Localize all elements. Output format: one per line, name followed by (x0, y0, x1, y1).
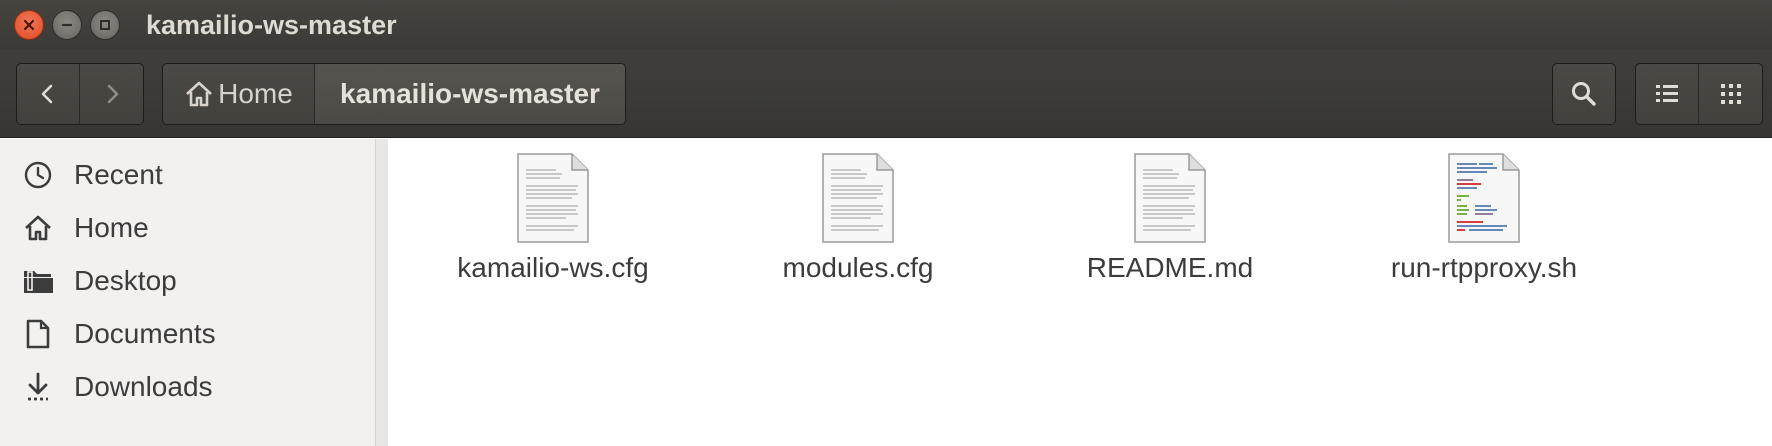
breadcrumb-home[interactable]: Home (163, 64, 315, 124)
sidebar-item-label: Recent (74, 159, 163, 190)
file-name: kamailio-ws.cfg (457, 252, 649, 283)
home-icon (186, 81, 213, 107)
file-item[interactable]: kamailio-ws.cfg (423, 152, 683, 292)
minimize-icon (61, 23, 73, 27)
search-icon (1572, 82, 1596, 106)
window-close-button[interactable] (14, 10, 44, 40)
forward-button[interactable] (80, 64, 143, 124)
file-item[interactable]: README.md (1040, 152, 1300, 292)
window-title: kamailio-ws-master (146, 10, 397, 40)
grid-view-button[interactable] (1699, 64, 1762, 124)
sidebar-item-label: Downloads (74, 371, 213, 402)
search-button-group (1552, 63, 1616, 125)
list-view-button[interactable] (1636, 64, 1700, 124)
sidebar-item-label: Desktop (74, 265, 177, 296)
file-item[interactable]: run-rtpproxy.sh (1354, 152, 1614, 292)
text-file-icon (517, 153, 589, 243)
breadcrumb-current[interactable]: kamailio-ws-master (315, 64, 625, 124)
file-name: modules.cfg (782, 252, 934, 283)
document-icon (22, 318, 54, 350)
search-button[interactable] (1553, 64, 1615, 124)
sidebar-item-home[interactable]: Home (0, 198, 376, 258)
folder-icon (22, 265, 54, 297)
maximize-icon (100, 20, 110, 30)
sidebar-item-label: Documents (74, 318, 216, 349)
view-toggle (1635, 63, 1763, 125)
text-file-icon (822, 153, 894, 243)
text-file-icon (1134, 153, 1206, 243)
list-view-icon (1656, 85, 1678, 102)
close-icon (23, 19, 35, 31)
breadcrumb: Home kamailio-ws-master (162, 63, 626, 125)
sidebar-item-documents[interactable]: Documents (0, 304, 376, 364)
home-icon (22, 212, 54, 244)
sidebar-item-downloads[interactable]: Downloads (0, 357, 376, 417)
window-minimize-button[interactable] (52, 10, 82, 40)
back-button[interactable] (17, 64, 81, 124)
navigation-buttons (16, 63, 144, 125)
download-icon (22, 371, 54, 403)
window-titlebar: kamailio-ws-master (0, 0, 1772, 50)
script-file-icon (1448, 153, 1520, 243)
places-sidebar: Recent Home Desktop Documents Downloads (0, 139, 376, 446)
clock-icon (22, 159, 54, 191)
window-maximize-button[interactable] (90, 10, 120, 40)
sidebar-item-label: Home (74, 212, 149, 243)
file-item[interactable]: modules.cfg (728, 152, 988, 292)
grid-view-icon (1720, 84, 1741, 104)
sidebar-separator (376, 139, 388, 446)
sidebar-item-desktop[interactable]: Desktop (0, 251, 376, 311)
breadcrumb-home-label: Home (218, 78, 293, 109)
chevron-right-icon (107, 84, 118, 104)
sidebar-item-recent[interactable]: Recent (0, 145, 376, 205)
file-name: README.md (1086, 252, 1254, 283)
chevron-left-icon (41, 84, 53, 104)
file-name: run-rtpproxy.sh (1390, 252, 1578, 283)
header-bar: Home kamailio-ws-master (0, 50, 1772, 138)
